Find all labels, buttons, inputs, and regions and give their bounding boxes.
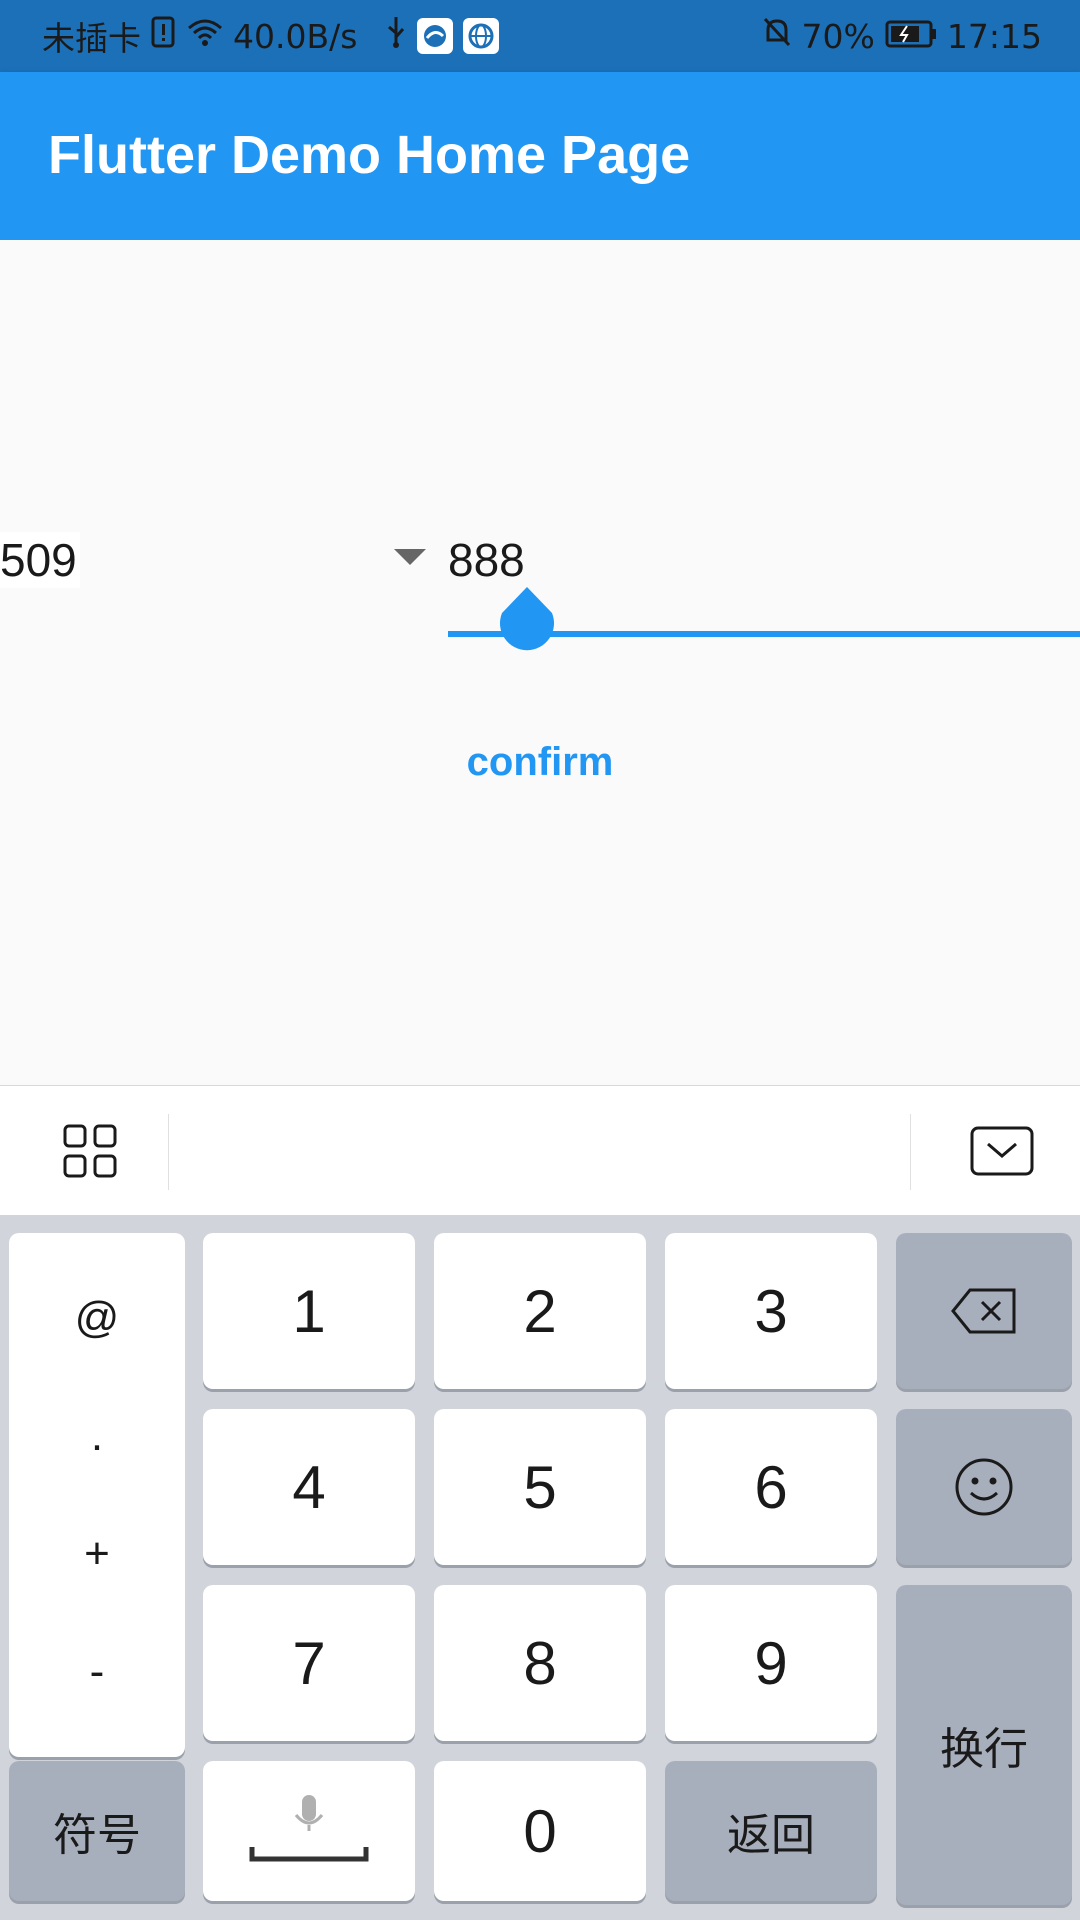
key-5[interactable]: 5	[434, 1409, 646, 1565]
symbol-at[interactable]: @	[75, 1293, 120, 1343]
emoji-key[interactable]	[896, 1409, 1072, 1565]
keyboard-toolbar	[0, 1085, 1080, 1216]
carrier-text: 未插卡	[42, 19, 141, 58]
key-9[interactable]: 9	[665, 1585, 877, 1741]
numeric-keyboard: @ . + - 1 2 3 4 5 6 7 8 9 换行 符号 0 返回	[0, 1215, 1080, 1920]
status-bar-right: 70% 17:15	[762, 0, 1042, 72]
status-bar: 未插卡 40.0B/s 70% 17:15	[0, 0, 1080, 72]
toolbar-divider	[910, 1114, 911, 1190]
app-notification-icon	[417, 18, 454, 54]
backspace-key[interactable]	[896, 1233, 1072, 1389]
symbol-dot[interactable]: .	[91, 1411, 103, 1461]
status-bar-left: 未插卡 40.0B/s	[42, 0, 500, 72]
app-bar: Flutter Demo Home Page	[0, 72, 1080, 240]
left-value-field[interactable]: 509	[0, 532, 80, 588]
sim-alert-icon	[151, 16, 177, 56]
slider-value-label: 888	[448, 534, 525, 586]
symbols-key[interactable]: 符号	[9, 1761, 185, 1901]
key-0[interactable]: 0	[434, 1761, 646, 1901]
toolbar-divider	[168, 1114, 169, 1190]
battery-icon	[885, 17, 937, 56]
symbol-plus[interactable]: +	[84, 1529, 110, 1579]
keyboard-hide-icon	[970, 1126, 1034, 1176]
key-2[interactable]: 2	[434, 1233, 646, 1389]
page-title: Flutter Demo Home Page	[48, 125, 691, 185]
key-3[interactable]: 3	[665, 1233, 877, 1389]
key-8[interactable]: 8	[434, 1585, 646, 1741]
main-content: 509 888 confirm	[0, 240, 1080, 1277]
keyboard-menu-button[interactable]	[40, 1116, 140, 1186]
usb-icon	[385, 15, 407, 57]
network-speed: 40.0B/s	[233, 16, 358, 56]
symbol-minus[interactable]: -	[90, 1647, 105, 1697]
dropdown-arrow-icon[interactable]	[394, 549, 426, 565]
clock: 17:15	[946, 16, 1042, 56]
newline-key[interactable]: 换行	[896, 1585, 1072, 1905]
grid-icon	[63, 1124, 117, 1178]
key-1[interactable]: 1	[203, 1233, 415, 1389]
battery-percent: 70%	[801, 16, 875, 56]
smiley-icon	[955, 1458, 1013, 1516]
symbol-column-key[interactable]: @ . + -	[9, 1233, 185, 1757]
slider-thumb[interactable]	[494, 587, 560, 653]
browser-notification-icon	[463, 18, 500, 54]
wifi-icon	[187, 17, 223, 56]
hide-keyboard-button[interactable]	[960, 1116, 1044, 1186]
back-key[interactable]: 返回	[665, 1761, 877, 1901]
microphone-space-icon	[249, 1795, 369, 1862]
key-6[interactable]: 6	[665, 1409, 877, 1565]
confirm-button[interactable]: confirm	[440, 732, 640, 792]
space-key[interactable]	[203, 1761, 415, 1901]
key-7[interactable]: 7	[203, 1585, 415, 1741]
bell-muted-icon	[762, 16, 792, 56]
backspace-icon	[951, 1288, 1016, 1334]
key-4[interactable]: 4	[203, 1409, 415, 1565]
